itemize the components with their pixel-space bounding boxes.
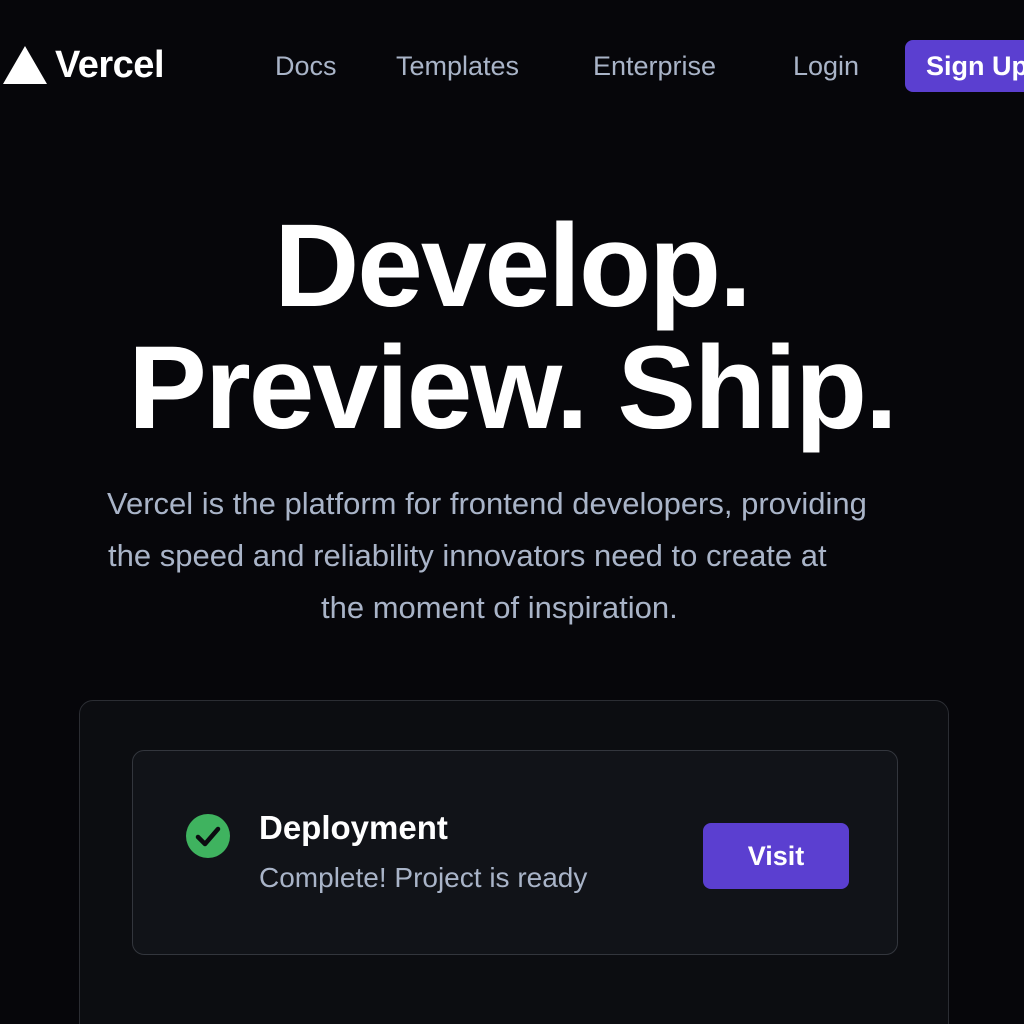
deployment-title: Deployment: [259, 809, 448, 846]
nav-login[interactable]: Login: [793, 50, 859, 82]
hero-title: Develop. Preview. Ship.: [0, 205, 1024, 449]
check-circle-icon: [185, 813, 231, 859]
hero-subtitle-line-3: the moment of inspiration.: [321, 590, 678, 625]
hero-subtitle-line-2: the speed and reliability innovators nee…: [108, 538, 827, 573]
nav-enterprise[interactable]: Enterprise: [593, 50, 716, 82]
vercel-logo[interactable]: Vercel: [3, 44, 165, 86]
hero-subtitle-line-1: Vercel is the platform for frontend deve…: [107, 486, 867, 521]
brand-name: Vercel: [55, 44, 165, 86]
vercel-triangle-icon: [3, 46, 47, 84]
deployment-status: Complete! Project is ready: [259, 862, 588, 893]
visit-button[interactable]: Visit: [703, 823, 849, 889]
sign-up-button[interactable]: Sign Up: [905, 40, 1024, 92]
hero-title-line-2: Preview. Ship.: [128, 322, 898, 454]
nav-templates[interactable]: Templates: [396, 50, 519, 82]
page: Vercel Docs Templates Enterprise Login S…: [0, 0, 1024, 1024]
nav-docs[interactable]: Docs: [275, 50, 337, 82]
hero-subtitle: Vercel is the platform for frontend deve…: [0, 478, 1024, 634]
hero-title-line-1: Develop.: [274, 200, 752, 332]
